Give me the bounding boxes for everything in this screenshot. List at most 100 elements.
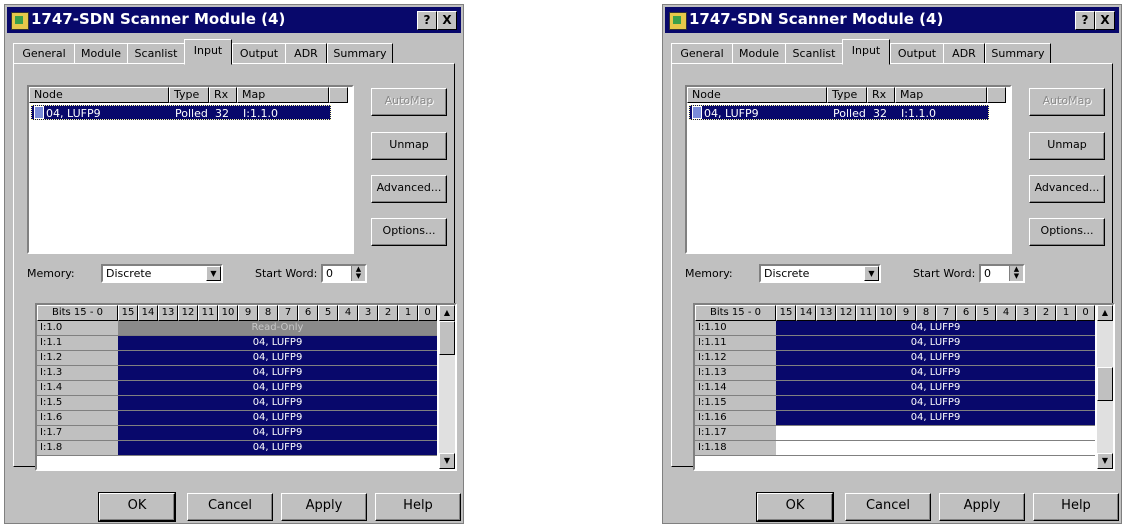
chevron-down-icon[interactable]: ▼: [206, 266, 221, 281]
column-type[interactable]: Type: [169, 87, 209, 103]
spin-stepper-icon[interactable]: ▲ ▼: [351, 266, 365, 281]
grid-row[interactable]: I:1.13 04, LUFP9: [695, 366, 1095, 381]
bits-header: Bits 15 - 0: [37, 305, 118, 321]
tab-adr[interactable]: ADR: [943, 43, 985, 64]
tab-input[interactable]: Input: [842, 39, 890, 65]
tab-adr[interactable]: ADR: [285, 43, 327, 64]
help-button[interactable]: Help: [375, 493, 461, 521]
column-map[interactable]: Map: [895, 87, 987, 103]
grid-row[interactable]: I:1.8 04, LUFP9: [37, 441, 437, 456]
word-label: I:1.15: [695, 396, 776, 411]
bit-header: 11: [856, 305, 876, 321]
tab-summary[interactable]: Summary: [327, 43, 393, 64]
column-type[interactable]: Type: [827, 87, 867, 103]
tab-general[interactable]: General: [13, 43, 75, 64]
scroll-up-icon[interactable]: ▲: [1097, 305, 1113, 321]
tab-scanlist[interactable]: Scanlist: [785, 43, 843, 64]
memory-select[interactable]: Discrete ▼: [101, 264, 223, 283]
unmap-button[interactable]: Unmap: [371, 132, 447, 160]
tab-summary[interactable]: Summary: [985, 43, 1051, 64]
vertical-scrollbar[interactable]: ▲ ▼: [439, 305, 455, 469]
word-mapping: 04, LUFP9: [118, 441, 437, 456]
automap-button[interactable]: AutoMap: [371, 88, 447, 116]
bit-header: 11: [198, 305, 218, 321]
ok-button[interactable]: OK: [756, 492, 834, 522]
close-icon[interactable]: X: [437, 11, 457, 30]
bit-header: 9: [896, 305, 916, 321]
grid-row[interactable]: I:1.10 04, LUFP9: [695, 321, 1095, 336]
grid-row[interactable]: I:1.11 04, LUFP9: [695, 336, 1095, 351]
grid-row[interactable]: I:1.15 04, LUFP9: [695, 396, 1095, 411]
options-button[interactable]: Options...: [371, 218, 447, 246]
scanlist-listview[interactable]: Node Type Rx Map 04, LUFP9 Polled 32 I:1…: [685, 85, 1012, 254]
scroll-thumb[interactable]: [1097, 367, 1113, 401]
title-bar[interactable]: 1747-SDN Scanner Module (4) ? X: [665, 7, 1119, 33]
help-button[interactable]: Help: [1033, 493, 1119, 521]
start-word-field[interactable]: 0 ▲ ▼: [979, 264, 1025, 283]
grid-row[interactable]: I:1.12 04, LUFP9: [695, 351, 1095, 366]
tab-input[interactable]: Input: [184, 39, 232, 65]
scanlist-listview[interactable]: Node Type Rx Map 04, LUFP9 Polled 32 I:1…: [27, 85, 354, 254]
options-button[interactable]: Options...: [1029, 218, 1105, 246]
start-word-field[interactable]: 0 ▲ ▼: [321, 264, 367, 283]
bit-map-grid[interactable]: Bits 15 - 0 15 14 13 12 11 10 9 8 7 6 5 …: [693, 303, 1115, 471]
help-icon[interactable]: ?: [1075, 11, 1095, 30]
tab-general[interactable]: General: [671, 43, 733, 64]
grid-row[interactable]: I:1.16 04, LUFP9: [695, 411, 1095, 426]
column-rx[interactable]: Rx: [867, 87, 895, 103]
advanced-button[interactable]: Advanced...: [371, 175, 447, 203]
grid-row[interactable]: I:1.1 04, LUFP9: [37, 336, 437, 351]
tab-module[interactable]: Module: [732, 43, 786, 64]
grid-row[interactable]: I:1.17: [695, 426, 1095, 441]
apply-button[interactable]: Apply: [939, 493, 1025, 521]
grid-row[interactable]: I:1.18: [695, 441, 1095, 456]
bit-map-grid[interactable]: Bits 15 - 0 15 14 13 12 11 10 9 8 7 6 5 …: [35, 303, 457, 471]
automap-button[interactable]: AutoMap: [1029, 88, 1105, 116]
advanced-button[interactable]: Advanced...: [1029, 175, 1105, 203]
tab-module[interactable]: Module: [74, 43, 128, 64]
tab-output[interactable]: Output: [890, 43, 944, 64]
grid-row[interactable]: I:1.14 04, LUFP9: [695, 381, 1095, 396]
scroll-thumb[interactable]: [439, 321, 455, 355]
word-mapping: 04, LUFP9: [776, 381, 1095, 396]
bit-header: 3: [1016, 305, 1036, 321]
cancel-button[interactable]: Cancel: [187, 493, 273, 521]
list-item[interactable]: 04, LUFP9 Polled 32 I:1.1.0: [31, 105, 331, 120]
list-item[interactable]: 04, LUFP9 Polled 32 I:1.1.0: [689, 105, 989, 120]
apply-button[interactable]: Apply: [281, 493, 367, 521]
column-map[interactable]: Map: [237, 87, 329, 103]
scroll-down-icon[interactable]: ▼: [1097, 453, 1113, 469]
device-icon: [34, 106, 44, 119]
list-item-map: I:1.1.0: [243, 107, 278, 120]
app-icon: [669, 12, 687, 30]
bit-header: 1: [398, 305, 418, 321]
column-node[interactable]: Node: [29, 87, 169, 103]
grid-row[interactable]: I:1.2 04, LUFP9: [37, 351, 437, 366]
scroll-up-icon[interactable]: ▲: [439, 305, 455, 321]
grid-row[interactable]: I:1.7 04, LUFP9: [37, 426, 437, 441]
tab-scanlist[interactable]: Scanlist: [127, 43, 185, 64]
help-icon[interactable]: ?: [417, 11, 437, 30]
cancel-button[interactable]: Cancel: [845, 493, 931, 521]
close-icon[interactable]: X: [1095, 11, 1115, 30]
column-rx[interactable]: Rx: [209, 87, 237, 103]
dialog-title: 1747-SDN Scanner Module (4): [689, 10, 944, 28]
word-mapping: 04, LUFP9: [118, 396, 437, 411]
grid-row[interactable]: I:1.6 04, LUFP9: [37, 411, 437, 426]
grid-row[interactable]: I:1.0 Read-Only: [37, 321, 437, 336]
memory-select[interactable]: Discrete ▼: [759, 264, 881, 283]
grid-row[interactable]: I:1.4 04, LUFP9: [37, 381, 437, 396]
scroll-down-icon[interactable]: ▼: [439, 453, 455, 469]
word-mapping: 04, LUFP9: [118, 426, 437, 441]
title-bar[interactable]: 1747-SDN Scanner Module (4) ? X: [7, 7, 461, 33]
grid-row[interactable]: I:1.5 04, LUFP9: [37, 396, 437, 411]
unmap-button[interactable]: Unmap: [1029, 132, 1105, 160]
chevron-down-icon[interactable]: ▼: [864, 266, 879, 281]
ok-button[interactable]: OK: [98, 492, 176, 522]
column-node[interactable]: Node: [687, 87, 827, 103]
tab-output[interactable]: Output: [232, 43, 286, 64]
vertical-scrollbar[interactable]: ▲ ▼: [1097, 305, 1113, 469]
spin-stepper-icon[interactable]: ▲ ▼: [1009, 266, 1023, 281]
grid-row[interactable]: I:1.3 04, LUFP9: [37, 366, 437, 381]
scanner-dialog-1: 1747-SDN Scanner Module (4) ? X General …: [4, 4, 464, 524]
